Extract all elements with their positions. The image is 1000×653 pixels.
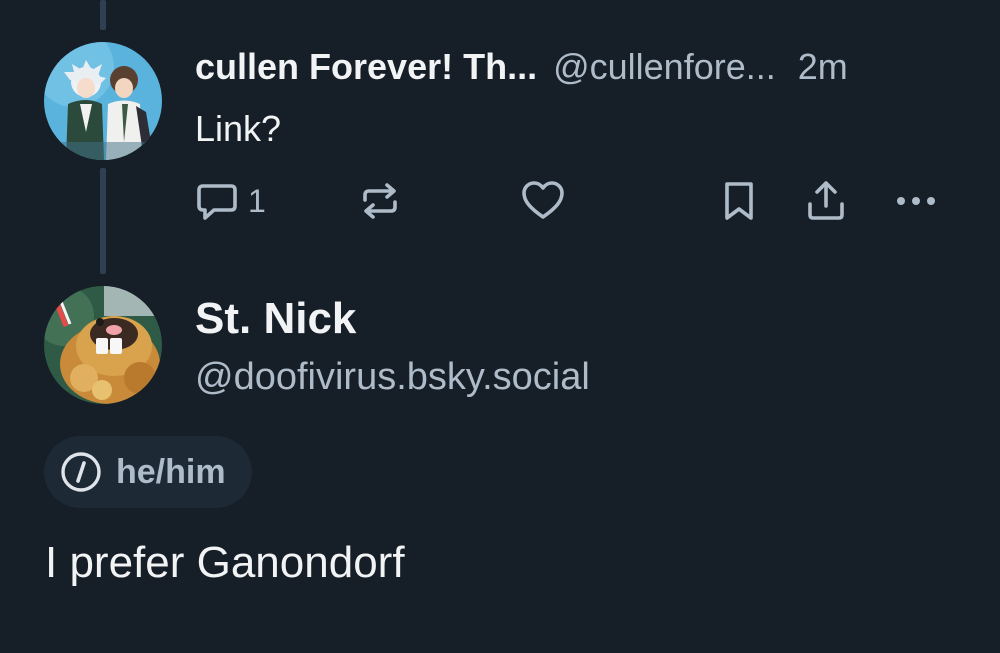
reply-author-avatar[interactable] <box>44 42 162 160</box>
repost-icon <box>363 183 397 219</box>
bidoof-avatar <box>44 286 162 404</box>
bookmark-button[interactable] <box>716 178 762 224</box>
reply-author-name[interactable]: cullen Forever! Th... <box>195 46 537 87</box>
post-text: I prefer Ganondorf <box>45 538 405 587</box>
pronouns-icon <box>61 452 101 492</box>
pronouns-badge: he/him <box>44 436 252 508</box>
reply-button[interactable]: 1 <box>194 178 266 224</box>
like-button[interactable] <box>520 178 566 224</box>
reply-author-handle[interactable]: @cullenfore... <box>553 46 776 87</box>
heart-icon <box>522 181 564 219</box>
profile-handle[interactable]: @doofivirus.bsky.social <box>195 354 590 400</box>
share-button[interactable] <box>803 178 849 224</box>
speech-bubble-icon <box>197 184 237 220</box>
thread-line-bottom <box>100 168 106 274</box>
profile-avatar[interactable] <box>44 286 162 404</box>
reply-time[interactable]: 2m <box>798 46 848 87</box>
pronouns-text: he/him <box>116 452 226 491</box>
share-upload-icon <box>808 181 844 220</box>
reply-count: 1 <box>248 182 266 219</box>
reply-text: Link? <box>195 108 282 149</box>
anime-characters-avatar <box>44 42 162 160</box>
thread-line-top <box>100 0 106 30</box>
repost-button[interactable] <box>357 178 403 224</box>
more-options-button[interactable] <box>893 178 939 224</box>
profile-display-name[interactable]: St. Nick <box>195 292 356 346</box>
bookmark-icon <box>725 182 753 220</box>
ellipsis-icon <box>897 197 935 205</box>
reply-header: cullen Forever! Th... @cullenfore... 2m <box>195 44 848 90</box>
